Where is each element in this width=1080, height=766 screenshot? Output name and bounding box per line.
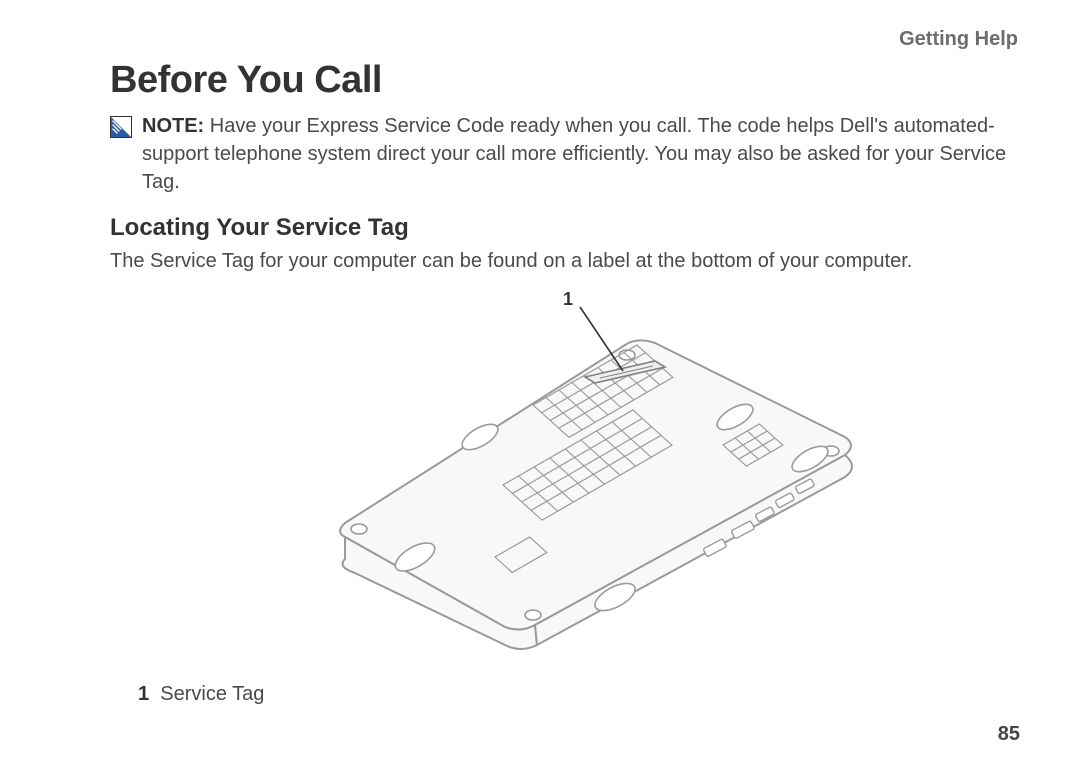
figure-legend: 1 Service Tag (110, 683, 1020, 706)
section-header: Getting Help (110, 28, 1020, 51)
legend-text: Service Tag (160, 683, 264, 705)
note-icon (110, 116, 132, 146)
note-label: NOTE: (142, 115, 204, 137)
page-title: Before You Call (110, 59, 1020, 102)
legend-number: 1 (138, 683, 149, 705)
body-paragraph: The Service Tag for your computer can be… (110, 250, 1020, 273)
note-body: Have your Express Service Code ready whe… (142, 115, 1006, 193)
note-text: NOTE: Have your Express Service Code rea… (142, 112, 1020, 196)
manual-page: Getting Help Before You Call NOTE: Have … (0, 0, 1080, 766)
callout-number: 1 (563, 289, 573, 309)
subheading: Locating Your Service Tag (110, 214, 1020, 242)
note-block: NOTE: Have your Express Service Code rea… (110, 112, 1020, 196)
page-number: 85 (998, 723, 1020, 746)
service-tag-diagram: 1 (255, 277, 875, 677)
